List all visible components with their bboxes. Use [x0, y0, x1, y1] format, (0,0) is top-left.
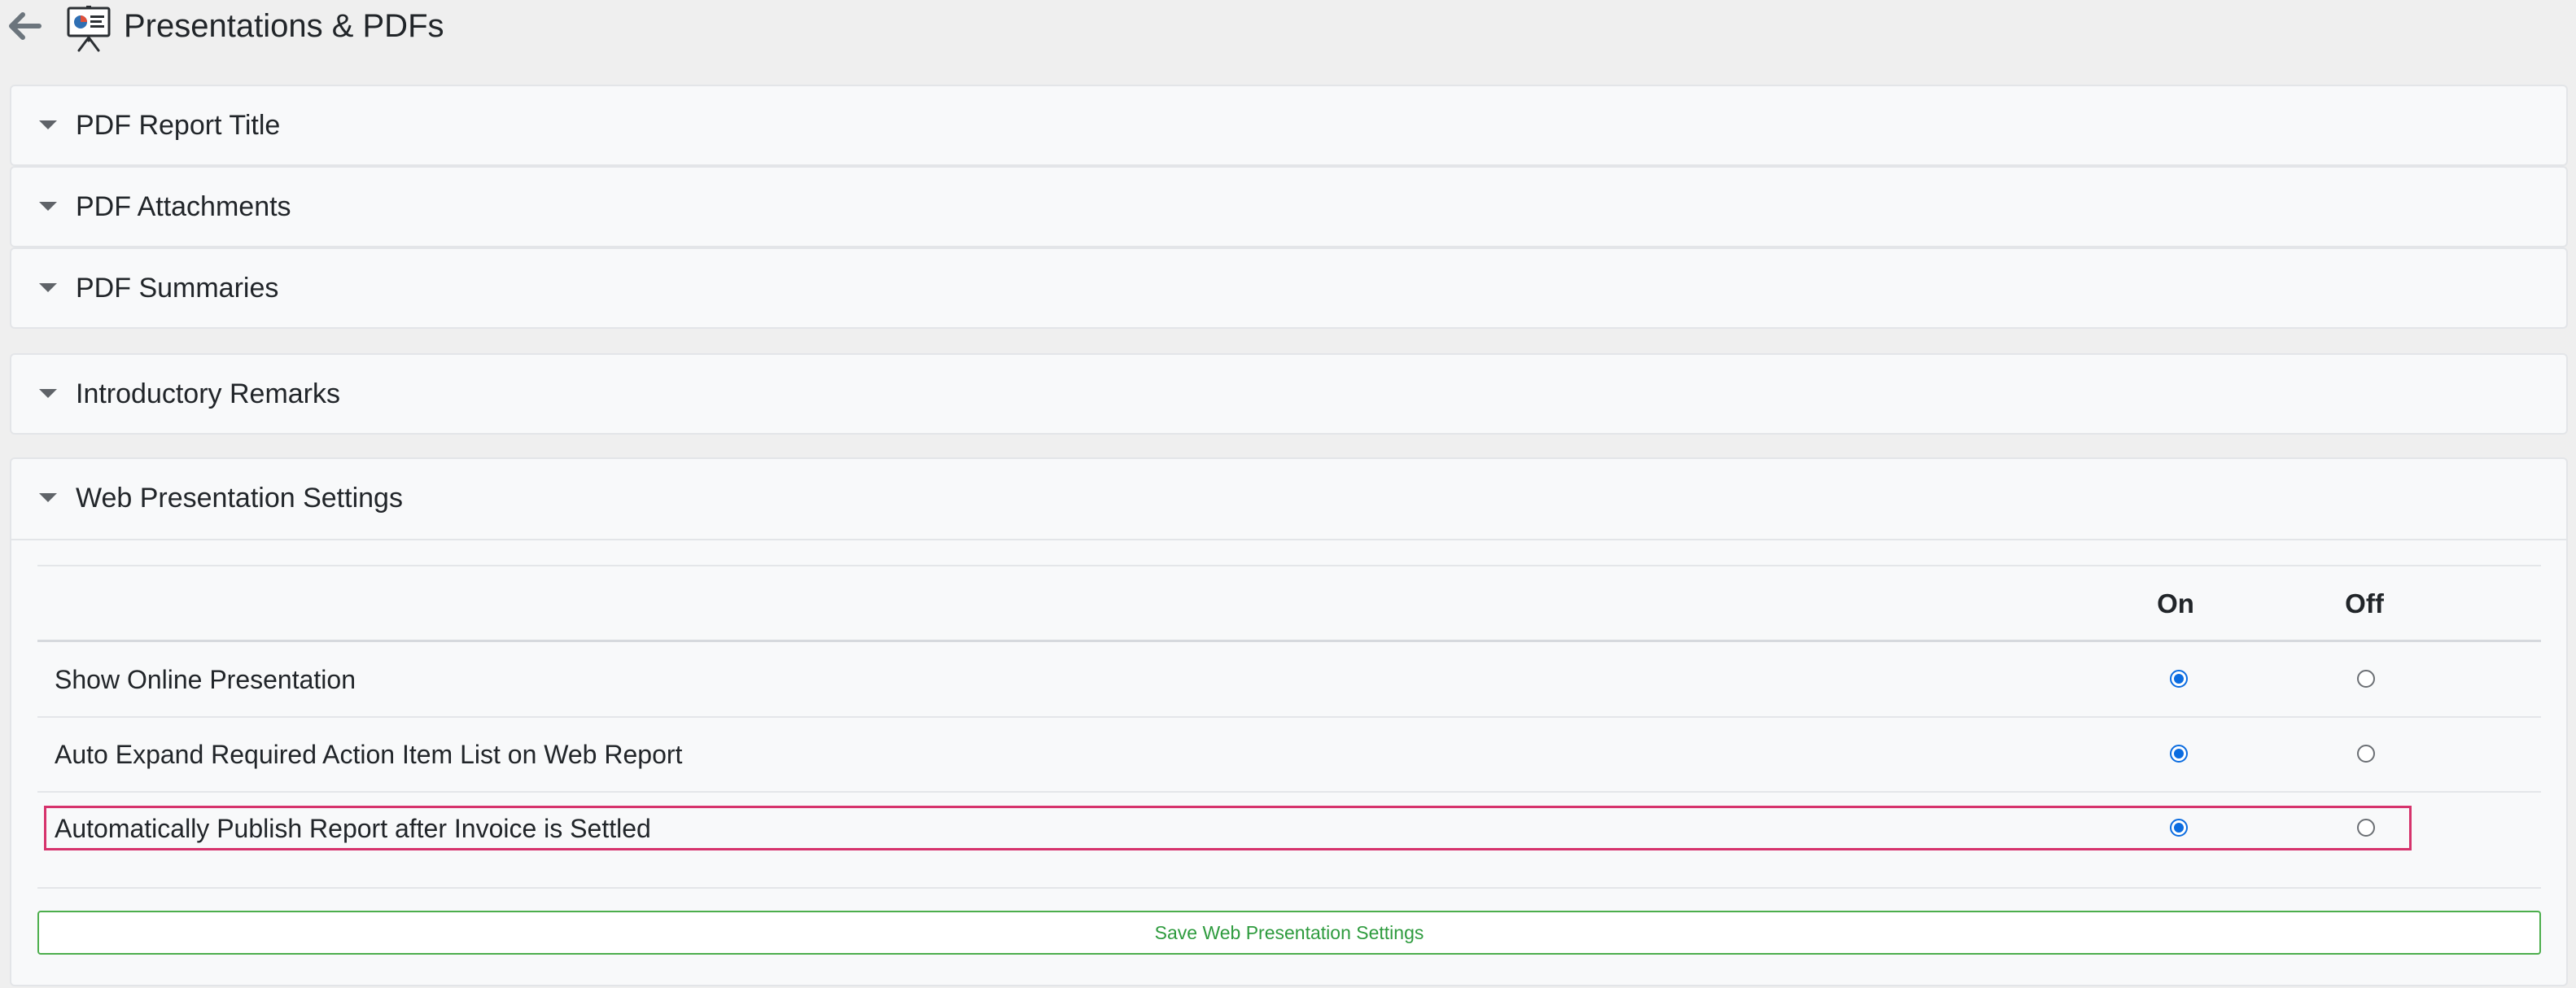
panel-header-introductory-remarks[interactable]: Introductory Remarks	[11, 355, 2566, 433]
row-divider	[37, 791, 2541, 793]
caret-down-icon	[39, 389, 57, 398]
panel-header-pdf-summaries[interactable]: PDF Summaries	[11, 249, 2566, 327]
setting-label-auto-expand-action-items: Auto Expand Required Action Item List on…	[55, 740, 683, 769]
panel-title: Introductory Remarks	[76, 378, 340, 409]
caret-down-icon	[39, 283, 57, 292]
column-header-on: On	[2157, 588, 2194, 619]
panel-web-presentation-settings: Web Presentation Settings	[10, 457, 2568, 986]
radio-auto-publish-off[interactable]	[2357, 819, 2375, 837]
radio-auto-expand-off[interactable]	[2357, 745, 2375, 763]
radio-auto-expand-on[interactable]	[2170, 745, 2188, 763]
row-divider	[37, 887, 2541, 889]
table-top-border	[37, 565, 2541, 566]
table-header-border	[37, 640, 2541, 642]
radio-auto-publish-on[interactable]	[2170, 819, 2188, 837]
panel-divider	[11, 539, 2566, 540]
panel-title: Web Presentation Settings	[76, 483, 403, 514]
panel-title: PDF Report Title	[76, 110, 281, 141]
caret-down-icon	[39, 120, 57, 129]
panel-introductory-remarks: Introductory Remarks	[10, 353, 2568, 435]
panel-title: PDF Summaries	[76, 273, 279, 304]
panel-header-pdf-report-title[interactable]: PDF Report Title	[11, 86, 2566, 164]
row-divider	[37, 716, 2541, 718]
panel-header-pdf-attachments[interactable]: PDF Attachments	[11, 168, 2566, 246]
page-title: Presentations & PDFs	[124, 8, 444, 44]
arrow-left-icon[interactable]	[7, 10, 42, 42]
panel-pdf-report-title: PDF Report Title	[10, 85, 2568, 166]
save-web-presentation-settings-button[interactable]: Save Web Presentation Settings	[37, 911, 2541, 955]
column-header-off: Off	[2345, 588, 2384, 619]
caret-down-icon	[39, 202, 57, 211]
radio-show-online-presentation-off[interactable]	[2357, 670, 2375, 688]
presentation-board-icon	[67, 6, 111, 52]
setting-label-show-online-presentation: Show Online Presentation	[55, 665, 356, 694]
page-header: Presentations & PDFs	[0, 0, 2576, 57]
radio-show-online-presentation-on[interactable]	[2170, 670, 2188, 688]
panel-pdf-summaries: PDF Summaries	[10, 247, 2568, 329]
caret-down-icon	[39, 493, 57, 502]
panel-title: PDF Attachments	[76, 191, 291, 222]
setting-label-auto-publish-report: Automatically Publish Report after Invoi…	[55, 814, 651, 843]
panel-header-web-presentation-settings[interactable]: Web Presentation Settings	[11, 459, 2566, 537]
panel-pdf-attachments: PDF Attachments	[10, 166, 2568, 247]
